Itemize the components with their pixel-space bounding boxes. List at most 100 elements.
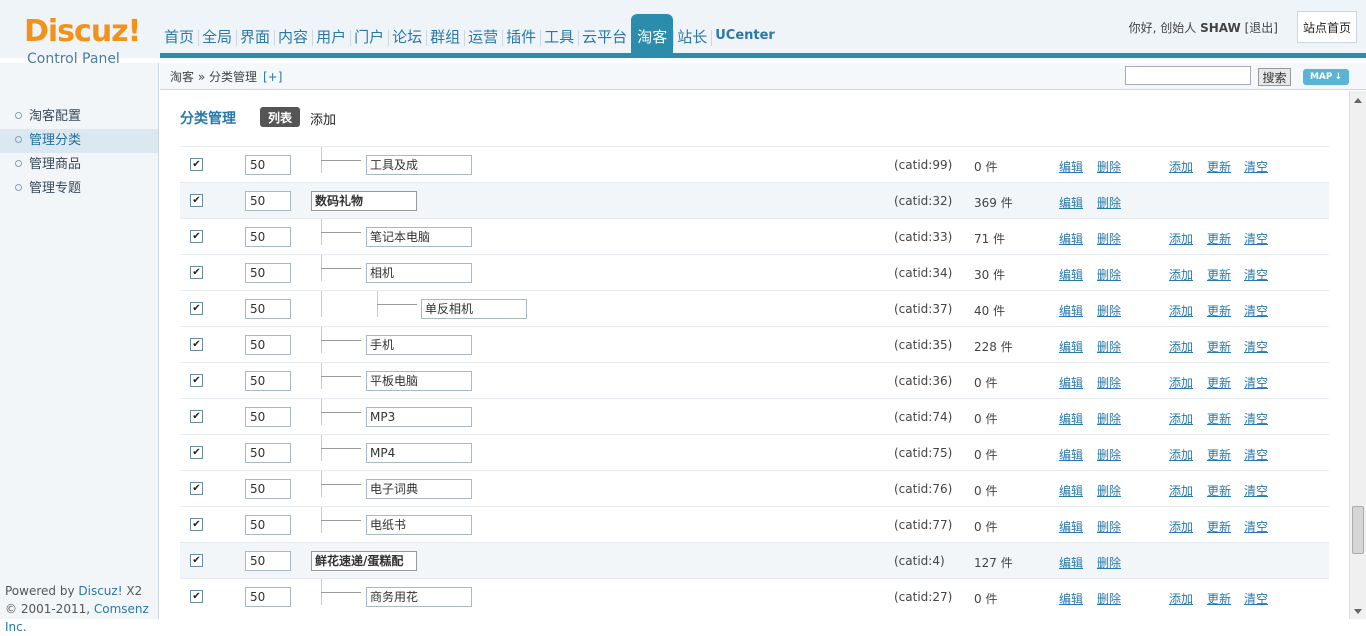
search-button[interactable]: 搜索 <box>1258 68 1291 86</box>
category-name-input[interactable]: MP4 <box>366 443 472 463</box>
clear-link[interactable]: 清空 <box>1244 446 1268 463</box>
update-link[interactable]: 更新 <box>1207 518 1231 535</box>
nav-item[interactable]: 群组 <box>426 14 464 53</box>
sidebar-item[interactable]: 管理专题 <box>0 177 158 201</box>
edit-link[interactable]: 编辑 <box>1059 194 1083 211</box>
site-home-button[interactable]: 站点首页 <box>1297 11 1357 43</box>
row-checkbox[interactable]: ✔ <box>190 266 203 279</box>
nav-item[interactable]: 用户 <box>312 14 350 53</box>
update-link[interactable]: 更新 <box>1207 158 1231 175</box>
row-checkbox[interactable]: ✔ <box>190 482 203 495</box>
clear-link[interactable]: 清空 <box>1244 230 1268 247</box>
clear-link[interactable]: 清空 <box>1244 302 1268 319</box>
delete-link[interactable]: 删除 <box>1097 410 1121 427</box>
category-name-input[interactable]: 手机 <box>366 335 472 355</box>
category-name-input[interactable]: 工具及成 <box>366 155 472 175</box>
category-name-input[interactable]: 相机 <box>366 263 472 283</box>
delete-link[interactable]: 删除 <box>1097 266 1121 283</box>
category-name-input[interactable]: 电纸书 <box>366 515 472 535</box>
edit-link[interactable]: 编辑 <box>1059 158 1083 175</box>
display-order-input[interactable]: 50 <box>245 227 291 247</box>
category-name-input[interactable]: 数码礼物 <box>311 191 417 211</box>
display-order-input[interactable]: 50 <box>245 587 291 607</box>
clear-link[interactable]: 清空 <box>1244 266 1268 283</box>
edit-link[interactable]: 编辑 <box>1059 410 1083 427</box>
delete-link[interactable]: 删除 <box>1097 194 1121 211</box>
add-link[interactable]: 添加 <box>1169 230 1193 247</box>
display-order-input[interactable]: 50 <box>245 299 291 319</box>
category-name-input[interactable]: 笔记本电脑 <box>366 227 472 247</box>
display-order-input[interactable]: 50 <box>245 155 291 175</box>
row-checkbox[interactable]: ✔ <box>190 338 203 351</box>
update-link[interactable]: 更新 <box>1207 446 1231 463</box>
search-input[interactable] <box>1125 66 1251 85</box>
edit-link[interactable]: 编辑 <box>1059 518 1083 535</box>
update-link[interactable]: 更新 <box>1207 266 1231 283</box>
row-checkbox[interactable]: ✔ <box>190 554 203 567</box>
row-checkbox[interactable]: ✔ <box>190 518 203 531</box>
sidebar-item[interactable]: 管理分类 <box>0 129 158 153</box>
nav-item[interactable]: 门户 <box>350 14 388 53</box>
add-link[interactable]: 添加 <box>1169 158 1193 175</box>
row-checkbox[interactable]: ✔ <box>190 410 203 423</box>
category-name-input[interactable]: MP3 <box>366 407 472 427</box>
nav-item[interactable]: 工具 <box>540 14 578 53</box>
delete-link[interactable]: 删除 <box>1097 338 1121 355</box>
display-order-input[interactable]: 50 <box>245 443 291 463</box>
nav-item[interactable]: 论坛 <box>388 14 426 53</box>
add-link[interactable]: 添加 <box>1169 266 1193 283</box>
delete-link[interactable]: 删除 <box>1097 374 1121 391</box>
nav-item[interactable]: 淘客 <box>631 14 674 53</box>
clear-link[interactable]: 清空 <box>1244 590 1268 607</box>
delete-link[interactable]: 删除 <box>1097 518 1121 535</box>
display-order-input[interactable]: 50 <box>245 407 291 427</box>
nav-item[interactable]: 界面 <box>236 14 274 53</box>
display-order-input[interactable]: 50 <box>245 191 291 211</box>
update-link[interactable]: 更新 <box>1207 338 1231 355</box>
clear-link[interactable]: 清空 <box>1244 482 1268 499</box>
nav-item[interactable]: UCenter <box>711 14 779 53</box>
update-link[interactable]: 更新 <box>1207 590 1231 607</box>
add-link[interactable]: 添加 <box>1169 410 1193 427</box>
scroll-up-icon[interactable] <box>1354 98 1362 103</box>
display-order-input[interactable]: 50 <box>245 263 291 283</box>
row-checkbox[interactable]: ✔ <box>190 194 203 207</box>
display-order-input[interactable]: 50 <box>245 551 291 571</box>
category-name-input[interactable]: 鲜花速递/蛋糕配 <box>311 551 417 571</box>
clear-link[interactable]: 清空 <box>1244 374 1268 391</box>
update-link[interactable]: 更新 <box>1207 482 1231 499</box>
logo[interactable]: Discuz! <box>0 0 160 58</box>
scroll-down-icon[interactable] <box>1354 609 1362 614</box>
edit-link[interactable]: 编辑 <box>1059 446 1083 463</box>
add-link[interactable]: 添加 <box>1169 518 1193 535</box>
vertical-scrollbar[interactable] <box>1349 91 1366 619</box>
row-checkbox[interactable]: ✔ <box>190 374 203 387</box>
display-order-input[interactable]: 50 <box>245 371 291 391</box>
nav-item[interactable]: 云平台 <box>578 14 631 53</box>
update-link[interactable]: 更新 <box>1207 230 1231 247</box>
nav-item[interactable]: 内容 <box>274 14 312 53</box>
category-name-input[interactable]: 电子词典 <box>366 479 472 499</box>
tab-add[interactable]: 添加 <box>310 109 336 128</box>
update-link[interactable]: 更新 <box>1207 374 1231 391</box>
category-name-input[interactable]: 商务用花 <box>366 587 472 607</box>
update-link[interactable]: 更新 <box>1207 302 1231 319</box>
edit-link[interactable]: 编辑 <box>1059 554 1083 571</box>
nav-item[interactable]: 运营 <box>464 14 502 53</box>
category-name-input[interactable]: 平板电脑 <box>366 371 472 391</box>
edit-link[interactable]: 编辑 <box>1059 374 1083 391</box>
delete-link[interactable]: 删除 <box>1097 482 1121 499</box>
add-link[interactable]: 添加 <box>1169 446 1193 463</box>
row-checkbox[interactable]: ✔ <box>190 590 203 603</box>
add-link[interactable]: 添加 <box>1169 302 1193 319</box>
delete-link[interactable]: 删除 <box>1097 158 1121 175</box>
clear-link[interactable]: 清空 <box>1244 518 1268 535</box>
logout-link[interactable]: [退出] <box>1245 21 1278 35</box>
scrollbar-thumb[interactable] <box>1352 506 1364 554</box>
delete-link[interactable]: 删除 <box>1097 230 1121 247</box>
nav-item[interactable]: 站长 <box>673 14 711 53</box>
sidebar-item[interactable]: 淘客配置 <box>0 105 158 129</box>
add-link[interactable]: 添加 <box>1169 338 1193 355</box>
nav-item[interactable]: 全局 <box>198 14 236 53</box>
delete-link[interactable]: 删除 <box>1097 446 1121 463</box>
